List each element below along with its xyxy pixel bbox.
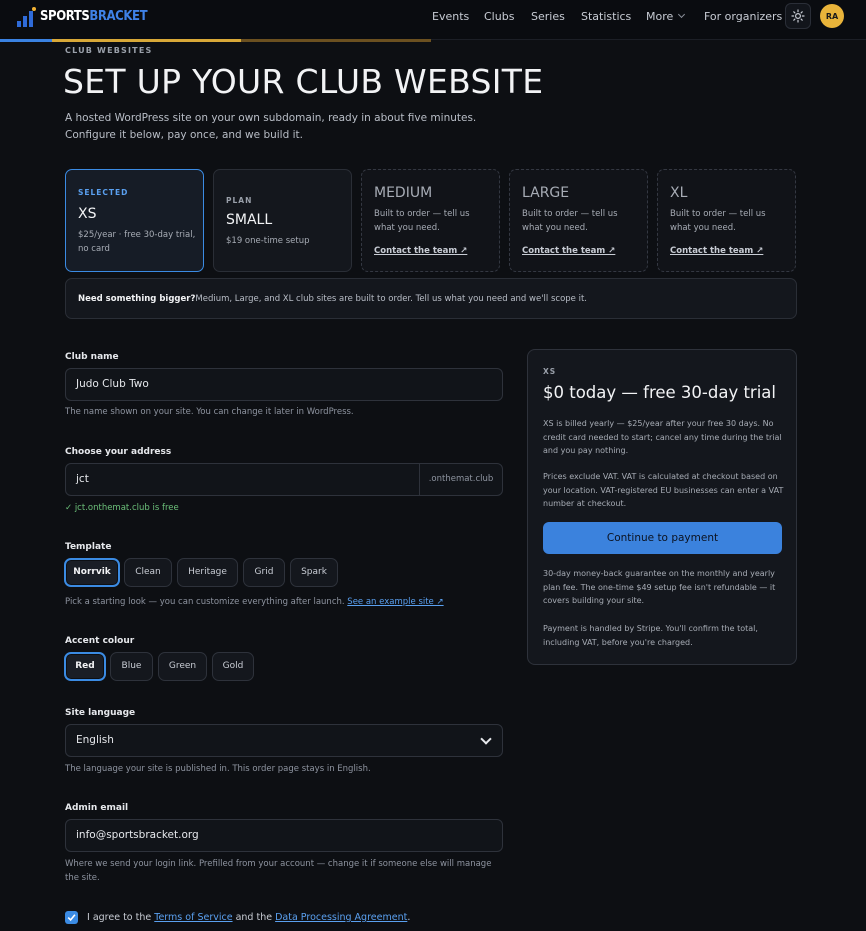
plan-desc: $25/year · free 30-day trial, no card [78,230,196,254]
nav-statistics[interactable]: Statistics [581,10,631,23]
accent-option-gold[interactable]: Gold [212,652,254,681]
summary-vat-text: Prices exclude VAT. VAT is calculated at… [543,472,784,508]
plan-name: SMALL [226,212,273,228]
example-site-link[interactable]: See an example site ↗ [347,597,443,607]
nav-more-label: More [646,10,674,23]
plan-name: LARGE [522,185,570,201]
plan-desc: Built to order — tell us what you need. [670,209,766,233]
plan-tag: PLAN [226,196,253,205]
logo-text: SPORTSBRACKET [40,9,148,24]
language-help: The language your site is published in. … [65,764,371,774]
nav-clubs[interactable]: Clubs [484,10,514,23]
logo-bars-icon [17,7,36,27]
user-avatar[interactable]: RA [820,4,844,28]
chevron-down-icon [480,733,492,745]
language-value: English [76,734,114,746]
agree-and: and the [235,912,273,923]
admin-email-help: Where we send your login link. Prefilled… [65,859,492,883]
address-available-status: ✓ jct.onthemat.club is free [65,503,179,513]
summary-title: $0 today — free 30-day trial [543,383,776,402]
agree-suffix: . [407,912,411,923]
plan-desc: Built to order — tell us what you need. [522,209,618,233]
club-name-label: Club name [65,352,119,362]
brand-logo[interactable]: SPORTSBRACKET [17,5,148,27]
template-option-clean[interactable]: Clean [124,558,172,587]
plan-name: MEDIUM [374,185,433,201]
template-help: Pick a starting look — you can customize… [65,595,444,609]
summary-plan-tag: XS [543,367,557,376]
step-progress-done [0,39,52,42]
language-label: Site language [65,708,136,718]
step-progress-upcoming [241,39,431,42]
contact-team-link[interactable]: Contact the team ↗ [670,246,763,256]
address-suffix: .onthemat.club [419,464,502,495]
address-input[interactable]: jct .onthemat.club [65,463,503,496]
template-option-norrvik[interactable]: Norrvik [64,558,120,587]
agree-prefix: I agree to the [87,912,152,923]
summary-guarantee-text: 30-day money-back guarantee on the month… [543,569,776,605]
data-processing-agreement-link[interactable]: Data Processing Agreement [275,912,407,923]
accent-option-red[interactable]: Red [64,652,106,681]
admin-email-label: Admin email [65,803,129,813]
order-summary-panel: XS $0 today — free 30-day trial XS is bi… [527,349,797,665]
plan-card-medium: MEDIUM Built to order — tell us what you… [361,169,500,272]
page-title: SET UP YOUR CLUB WEBSITE [63,62,544,101]
summary-stripe-text: Payment is handled by Stripe. You'll con… [543,624,758,647]
step-progress-bar [0,39,431,42]
accent-label: Accent colour [65,636,135,646]
plan-card-xl: XL Built to order — tell us what you nee… [657,169,796,272]
template-label: Template [65,542,112,552]
plan-card-large: LARGE Built to order — tell us what you … [509,169,648,272]
club-name-input[interactable]: Judo Club Two [65,368,503,401]
accent-option-green[interactable]: Green [158,652,207,681]
bigger-note-text: Medium, Large, and XL club sites are bui… [195,294,587,304]
address-value: jct [76,473,89,485]
bigger-note-heading: Need something bigger? [78,294,196,304]
nav-events[interactable]: Events [432,10,469,23]
plan-card-small[interactable]: PLAN SMALL $19 one-time setup [213,169,352,272]
nav-more[interactable]: More [646,10,686,23]
theme-toggle-button[interactable] [785,3,811,29]
agree-text: I agree to the Terms of Service and the … [87,912,410,923]
step-progress-current [52,39,241,42]
nav-organizers[interactable]: For organizers [704,10,782,23]
continue-to-payment-button[interactable]: Continue to payment [543,522,782,554]
plan-card-xs[interactable]: SELECTED XS $25/year · free 30-day trial… [65,169,204,272]
template-option-grid[interactable]: Grid [243,558,285,587]
template-option-heritage[interactable]: Heritage [177,558,238,587]
plan-name: XL [670,185,688,201]
page-intro: A hosted WordPress site on your own subd… [65,112,477,141]
plan-desc: Built to order — tell us what you need. [374,209,470,233]
plan-name: XS [78,206,97,222]
contact-team-link[interactable]: Contact the team ↗ [522,246,615,256]
template-option-spark[interactable]: Spark [290,558,338,587]
accent-option-blue[interactable]: Blue [110,652,153,681]
admin-email-input[interactable]: info@sportsbracket.org [65,819,503,852]
plan-desc: $19 one-time setup [226,236,310,246]
language-select[interactable]: English [65,724,503,757]
chevron-down-icon [678,10,686,19]
nav-series[interactable]: Series [531,10,565,23]
summary-billing-text: XS is billed yearly — $25/year after you… [543,419,782,455]
address-label: Choose your address [65,447,172,457]
club-name-help: The name shown on your site. You can cha… [65,407,354,417]
template-help-text: Pick a starting look — you can customize… [65,597,345,607]
sun-icon [791,9,805,23]
contact-team-link[interactable]: Contact the team ↗ [374,246,467,256]
top-navigation: SPORTSBRACKET Events Clubs Series Statis… [0,0,866,40]
agree-checkbox[interactable] [65,911,78,924]
terms-of-service-link[interactable]: Terms of Service [154,912,232,923]
bigger-plans-note: Need something bigger?Medium, Large, and… [65,278,797,319]
section-eyebrow: CLUB WEBSITES [65,46,153,55]
check-icon [67,914,76,922]
plan-tag: SELECTED [78,188,129,197]
